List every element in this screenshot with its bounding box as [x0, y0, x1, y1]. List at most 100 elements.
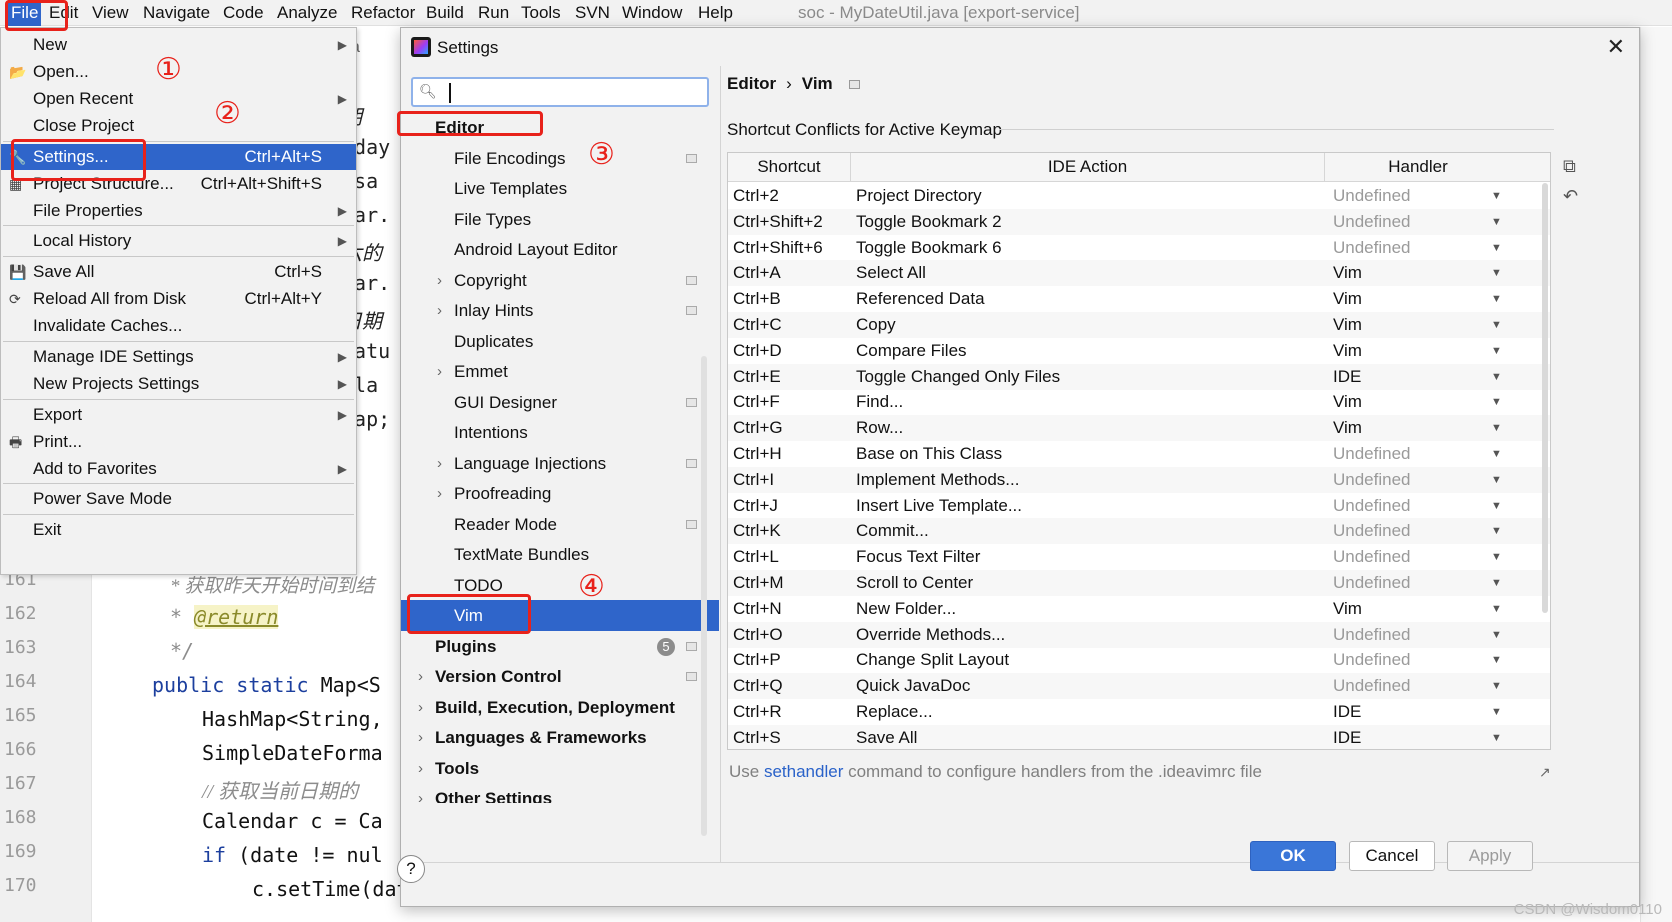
dropdown-arrow-icon[interactable]: ▼ — [1491, 699, 1502, 725]
dropdown-arrow-icon[interactable]: ▼ — [1491, 441, 1502, 467]
table-row[interactable]: Ctrl+M Scroll to Center Undefined ▼ — [728, 570, 1550, 596]
menu-refactor[interactable]: Refactor — [351, 0, 415, 26]
menu-item-new-projects-settings[interactable]: New Projects Settings ▶ — [1, 371, 356, 397]
ok-button[interactable]: OK — [1250, 841, 1336, 871]
menu-item-invalidate-caches[interactable]: Invalidate Caches... — [1, 313, 356, 339]
dropdown-arrow-icon[interactable]: ▼ — [1491, 286, 1502, 312]
chevron-right-icon[interactable]: › — [418, 722, 423, 753]
dropdown-arrow-icon[interactable]: ▼ — [1491, 183, 1502, 209]
tree-item-file-types[interactable]: File Types — [401, 204, 719, 235]
dropdown-arrow-icon[interactable]: ▼ — [1491, 260, 1502, 286]
handler-select[interactable]: Vim ▼ — [1333, 389, 1502, 415]
table-row[interactable]: Ctrl+L Focus Text Filter Undefined ▼ — [728, 544, 1550, 570]
table-row[interactable]: Ctrl+O Override Methods... Undefined ▼ — [728, 621, 1550, 648]
tree-item-textmate-bundles[interactable]: TextMate Bundles — [401, 539, 719, 570]
dropdown-arrow-icon[interactable]: ▼ — [1491, 673, 1502, 699]
menu-item-file-properties[interactable]: File Properties ▶ — [1, 198, 356, 224]
tree-item-plugins[interactable]: Plugins 5 — [401, 631, 719, 662]
menu-help[interactable]: Help — [698, 0, 733, 26]
dropdown-arrow-icon[interactable]: ▼ — [1491, 647, 1502, 673]
chevron-right-icon[interactable]: › — [437, 448, 442, 479]
chevron-right-icon[interactable]: › — [418, 753, 423, 784]
table-scrollbar[interactable] — [1542, 183, 1548, 613]
copy-icon[interactable]: ⧉ — [1563, 156, 1576, 177]
dropdown-arrow-icon[interactable]: ▼ — [1491, 209, 1502, 235]
handler-select[interactable]: IDE ▼ — [1333, 725, 1502, 749]
column-header-ide-action[interactable]: IDE Action — [851, 153, 1325, 182]
menu-item-save-all[interactable]: 💾 Save All Ctrl+S — [1, 259, 356, 285]
tree-item-tools[interactable]: › Tools — [401, 753, 719, 784]
chevron-right-icon[interactable]: › — [437, 356, 442, 387]
chevron-right-icon[interactable]: › — [437, 265, 442, 296]
tree-item-inlay-hints[interactable]: › Inlay Hints — [401, 295, 719, 326]
tree-item-file-encodings[interactable]: File Encodings — [401, 143, 719, 174]
breadcrumb-parent[interactable]: Editor — [727, 74, 776, 93]
table-row[interactable]: Ctrl+K Commit... Undefined ▼ — [728, 518, 1550, 545]
dropdown-arrow-icon[interactable]: ▼ — [1491, 493, 1502, 519]
cancel-button[interactable]: Cancel — [1349, 841, 1435, 871]
table-row[interactable]: Ctrl+Shift+6 Toggle Bookmark 6 Undefined ▼ — [728, 235, 1550, 261]
handler-select[interactable]: Vim ▼ — [1333, 596, 1502, 622]
dropdown-arrow-icon[interactable]: ▼ — [1491, 596, 1502, 622]
menu-item-manage-ide-settings[interactable]: Manage IDE Settings ▶ — [1, 344, 356, 370]
close-icon[interactable]: ✕ — [1607, 34, 1625, 60]
dropdown-arrow-icon[interactable]: ▼ — [1491, 467, 1502, 493]
menu-item-print[interactable]: 🖶 Print... — [1, 429, 356, 455]
handler-select[interactable]: Vim ▼ — [1333, 415, 1502, 441]
chevron-right-icon[interactable]: › — [437, 295, 442, 326]
tree-item-android-layout-editor[interactable]: Android Layout Editor — [401, 234, 719, 265]
tree-item-intentions[interactable]: Intentions — [401, 417, 719, 448]
tree-item-gui-designer[interactable]: GUI Designer — [401, 387, 719, 418]
table-row[interactable]: Ctrl+E Toggle Changed Only Files IDE ▼ — [728, 363, 1550, 390]
table-row[interactable]: Ctrl+J Insert Live Template... Undefined ▼ — [728, 493, 1550, 519]
chevron-right-icon[interactable]: › — [437, 478, 442, 509]
menu-item-close-project[interactable]: Close Project — [1, 113, 356, 139]
undo-icon[interactable]: ↶ — [1563, 186, 1578, 207]
menu-item-local-history[interactable]: Local History ▶ — [1, 228, 356, 254]
dropdown-arrow-icon[interactable]: ▼ — [1491, 570, 1502, 596]
handler-select[interactable]: Undefined ▼ — [1333, 209, 1502, 235]
dropdown-arrow-icon[interactable]: ▼ — [1491, 415, 1502, 441]
handler-select[interactable]: IDE ▼ — [1333, 699, 1502, 725]
expand-arrow-icon[interactable]: ↗ — [1539, 764, 1551, 781]
table-row[interactable]: Ctrl+B Referenced Data Vim ▼ — [728, 286, 1550, 312]
table-row[interactable]: Ctrl+A Select All Vim ▼ — [728, 260, 1550, 287]
sethandler-link[interactable]: sethandler — [764, 762, 843, 781]
handler-select[interactable]: IDE ▼ — [1333, 364, 1502, 390]
table-row[interactable]: Ctrl+Q Quick JavaDoc Undefined ▼ — [728, 673, 1550, 700]
dropdown-arrow-icon[interactable]: ▼ — [1491, 518, 1502, 544]
handler-select[interactable]: Undefined ▼ — [1333, 493, 1502, 519]
menu-item-open-recent[interactable]: Open Recent ▶ — [1, 86, 356, 112]
chevron-right-icon[interactable]: › — [418, 661, 423, 692]
menu-item-export[interactable]: Export ▶ — [1, 402, 356, 428]
handler-select[interactable]: Undefined ▼ — [1333, 673, 1502, 699]
handler-select[interactable]: Undefined ▼ — [1333, 467, 1502, 493]
table-row[interactable]: Ctrl+C Copy Vim ▼ — [728, 312, 1550, 338]
table-row[interactable]: Ctrl+Shift+2 Toggle Bookmark 2 Undefined ▼ — [728, 208, 1550, 235]
table-row[interactable]: Ctrl+D Compare Files Vim ▼ — [728, 338, 1550, 364]
tree-item-duplicates[interactable]: Duplicates — [401, 326, 719, 357]
menu-view[interactable]: View — [92, 0, 129, 26]
handler-select[interactable]: Vim ▼ — [1333, 260, 1502, 286]
handler-select[interactable]: Undefined ▼ — [1333, 544, 1502, 570]
tree-item-proofreading[interactable]: › Proofreading — [401, 478, 719, 509]
dropdown-arrow-icon[interactable]: ▼ — [1491, 338, 1502, 364]
menu-item-add-to-favorites[interactable]: Add to Favorites ▶ — [1, 456, 356, 482]
tree-item-emmet[interactable]: › Emmet — [401, 356, 719, 387]
menu-window[interactable]: Window — [622, 0, 682, 26]
handler-select[interactable]: Vim ▼ — [1333, 338, 1502, 364]
table-row[interactable]: Ctrl+F Find... Vim ▼ — [728, 389, 1550, 415]
dropdown-arrow-icon[interactable]: ▼ — [1491, 622, 1502, 648]
table-row[interactable]: Ctrl+I Implement Methods... Undefined ▼ — [728, 466, 1550, 493]
menu-navigate[interactable]: Navigate — [143, 0, 210, 26]
menu-tools[interactable]: Tools — [521, 0, 561, 26]
settings-search-input[interactable]: 🔍︎ — [411, 77, 709, 107]
column-header-handler[interactable]: Handler — [1325, 153, 1511, 182]
dropdown-arrow-icon[interactable]: ▼ — [1491, 544, 1502, 570]
handler-select[interactable]: Undefined ▼ — [1333, 518, 1502, 544]
tree-item-language-injections[interactable]: › Language Injections — [401, 448, 719, 479]
tree-item-other-settings[interactable]: › Other Settings — [401, 783, 719, 803]
table-row[interactable]: Ctrl+H Base on This Class Undefined ▼ — [728, 441, 1550, 467]
tree-scrollbar[interactable] — [701, 356, 707, 836]
table-row[interactable]: Ctrl+2 Project Directory Undefined ▼ — [728, 183, 1550, 209]
